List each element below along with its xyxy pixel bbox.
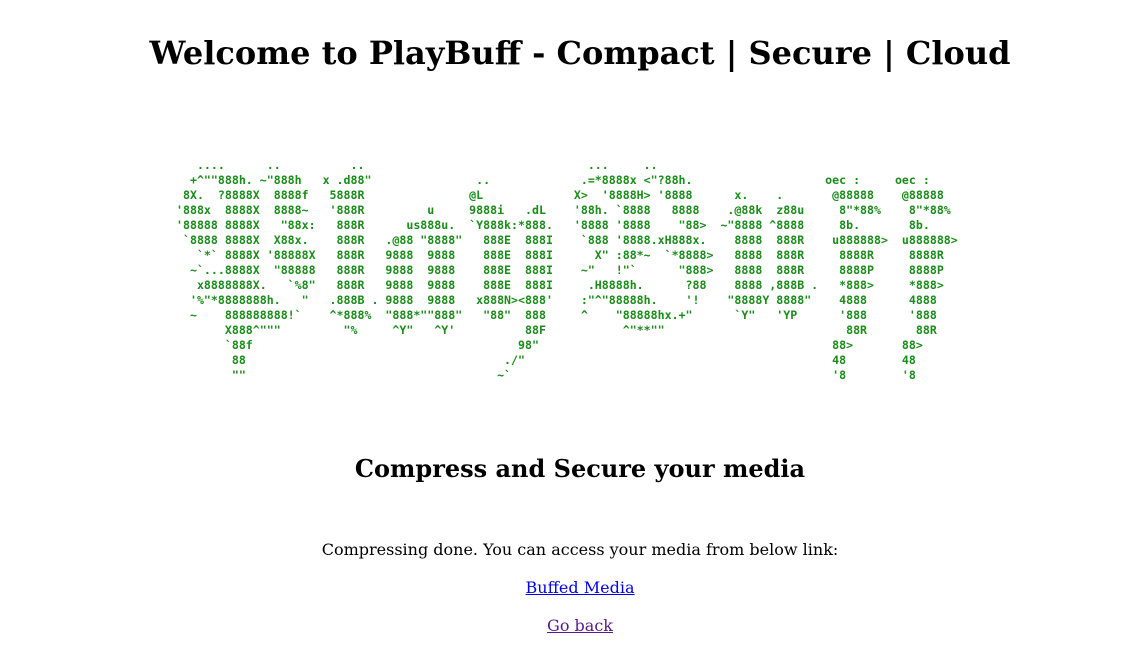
section-heading: Compress and Secure your media xyxy=(354,454,806,483)
back-link-row: Go back xyxy=(0,616,1140,636)
page-title: Welcome to PlayBuff - Compact | Secure |… xyxy=(149,34,1011,72)
ascii-art-banner: .... .. .. ... .. +^""888h. ~"888h x .d8… xyxy=(176,158,958,382)
media-link-row: Buffed Media xyxy=(0,578,1140,598)
status-message: Compressing done. You can access your me… xyxy=(321,540,839,559)
go-back-link[interactable]: Go back xyxy=(547,616,613,635)
buffed-media-link[interactable]: Buffed Media xyxy=(526,578,635,597)
